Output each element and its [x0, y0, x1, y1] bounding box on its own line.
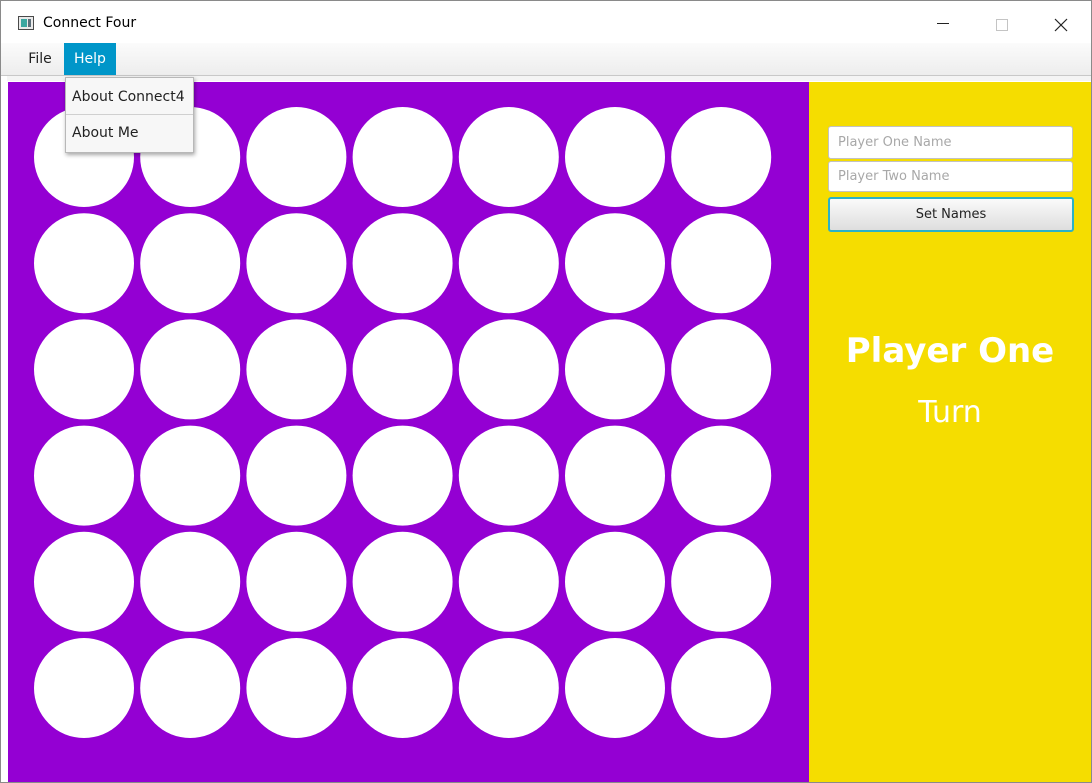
menu-help[interactable]: Help [64, 43, 116, 75]
board-slot[interactable] [671, 213, 772, 314]
game-board[interactable] [8, 82, 809, 782]
board-slot[interactable] [458, 638, 559, 738]
turn-label: Turn [918, 395, 982, 430]
board-slot[interactable] [671, 638, 772, 738]
board-slot[interactable] [565, 638, 665, 738]
board-slot[interactable] [246, 425, 347, 526]
board-slot[interactable] [34, 638, 134, 738]
board-slot[interactable] [34, 319, 134, 420]
board-slot[interactable] [352, 107, 453, 207]
board-slot[interactable] [565, 213, 665, 314]
help-dropdown-menu: About Connect4 About Me [65, 77, 194, 153]
board-slot[interactable] [352, 425, 453, 526]
board-slot[interactable] [458, 213, 559, 314]
board-slot[interactable] [565, 319, 665, 420]
app-window: Connect Four File Help Set Name [0, 0, 1092, 783]
board-slot[interactable] [140, 531, 241, 632]
board-slot[interactable] [352, 213, 453, 314]
board-slot[interactable] [671, 531, 772, 632]
menu-item-about-connect4[interactable]: About Connect4 [66, 79, 193, 115]
side-panel: Set Names Player One Turn [809, 82, 1091, 782]
board-slot[interactable] [565, 107, 665, 207]
player-two-name-input[interactable] [828, 161, 1073, 192]
board-slot[interactable] [246, 531, 347, 632]
window-app-icon [18, 16, 34, 30]
board-slot[interactable] [352, 638, 453, 738]
player-one-name-input[interactable] [828, 126, 1073, 159]
board-slot[interactable] [246, 213, 347, 314]
board-slot[interactable] [34, 425, 134, 526]
board-slot[interactable] [458, 425, 559, 526]
minimize-icon [937, 23, 949, 24]
maximize-button[interactable] [972, 1, 1030, 43]
board-slot[interactable] [246, 638, 347, 738]
close-button[interactable] [1032, 1, 1090, 43]
maximize-icon [996, 19, 1008, 31]
set-names-button[interactable]: Set Names [828, 197, 1074, 232]
board-slot[interactable] [246, 107, 347, 207]
board-slot[interactable] [140, 425, 241, 526]
board-slot[interactable] [34, 531, 134, 632]
board-slot[interactable] [565, 531, 665, 632]
board-slot[interactable] [671, 425, 772, 526]
board-slot[interactable] [140, 638, 241, 738]
title-bar: Connect Four [1, 1, 1091, 43]
board-slot[interactable] [671, 319, 772, 420]
board-slot[interactable] [34, 213, 134, 314]
menu-file[interactable]: File [18, 43, 62, 75]
close-icon [1054, 18, 1068, 32]
board-slot[interactable] [458, 531, 559, 632]
board-slot[interactable] [458, 319, 559, 420]
board-slot[interactable] [140, 319, 241, 420]
board-grid[interactable] [8, 82, 809, 782]
current-player-label: Player One [845, 331, 1055, 371]
board-slot[interactable] [140, 213, 241, 314]
minimize-button[interactable] [914, 1, 972, 43]
board-slot[interactable] [671, 107, 772, 207]
window-title: Connect Four [43, 15, 137, 31]
board-slot[interactable] [352, 531, 453, 632]
board-slot[interactable] [246, 319, 347, 420]
board-slot[interactable] [565, 425, 665, 526]
board-slot[interactable] [352, 319, 453, 420]
board-slot[interactable] [458, 107, 559, 207]
menu-bar: File Help [1, 43, 1091, 76]
menu-item-about-me[interactable]: About Me [66, 115, 193, 151]
